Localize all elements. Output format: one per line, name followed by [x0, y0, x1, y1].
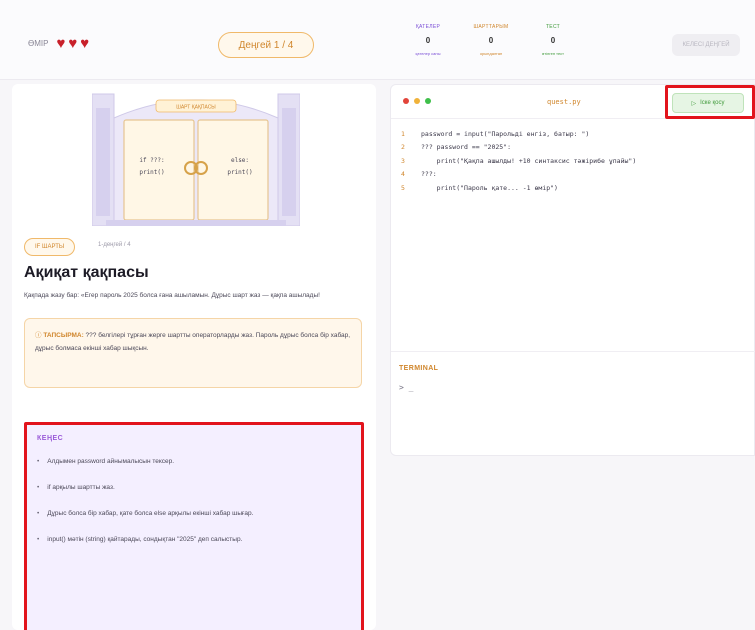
stat-errors: ҚАТЕЛЕР 0 қателер саны [405, 24, 451, 56]
heart-icon: ♥ [68, 35, 78, 52]
stat-conditions: ШАРТТАРЫМ 0 орындалған [468, 24, 514, 56]
code-editor: quest.py ▷ Іске қосу 1 password = input("… [390, 84, 755, 456]
stat-sub: орындалған [479, 51, 503, 56]
code-area[interactable]: 1 password = input("Парольді енгіз, батыр… [391, 127, 755, 195]
run-button-label: Іске қосу [700, 100, 725, 106]
gate-sign-text: ШАРТ ҚАҚПАСЫ [176, 105, 216, 111]
editor-header: quest.py ▷ Іске қосу [391, 85, 755, 119]
hint-title: КЕҢЕС [37, 435, 64, 442]
stat-sub: өтілген тест [541, 51, 565, 56]
mission-panel: ШАРТ ҚАҚПАСЫ if ???: print() else: print… [12, 84, 376, 630]
hint-item: • Дұрыс болса бір хабар, қате болса else … [37, 510, 254, 517]
minimize-dot-icon [414, 98, 420, 104]
code-line: 1 password = input("Парольді енгіз, батыр… [401, 129, 590, 138]
stat-value: 0 [550, 36, 556, 45]
code-line: 4???: [401, 170, 437, 179]
stat-tests: ТЕСТ 0 өтілген тест [530, 24, 576, 56]
hearts: ♥ ♥ ♥ [56, 36, 89, 51]
file-name: quest.py [547, 98, 581, 106]
code-line: 2??? password == "2025": [401, 143, 512, 152]
lives-label: ӨМІР [28, 39, 49, 48]
window-dots [403, 98, 431, 104]
topic-tag: IF ШАРТЫ [24, 238, 76, 256]
terminal-label: TERMINAL [399, 365, 439, 372]
maximize-dot-icon [425, 98, 431, 104]
stat-label: ТЕСТ [545, 24, 561, 30]
left-door-line: if ???: [139, 157, 164, 164]
hint-list: • Алдымен password айнымалысын тексер. • i… [37, 456, 351, 546]
terminal-divider [391, 351, 755, 352]
level-caption: 1-деңгей / 4 [98, 242, 131, 248]
task-label: ТАПСЫРМА: [43, 332, 84, 339]
terminal-output: > _ [399, 383, 414, 392]
run-button-highlight: ▷ Іске қосу [665, 85, 755, 119]
stat-sub: қателер саны [415, 51, 441, 56]
mission-title: Ақиқат қақпасы [24, 264, 149, 281]
hint-item: • input() мәтін (string) қайтарады, сонды… [37, 536, 243, 543]
close-dot-icon [403, 98, 409, 104]
right-door-line: print() [227, 169, 252, 176]
heart-icon: ♥ [56, 35, 66, 52]
stat-value: 0 [425, 36, 431, 45]
task-box: ⓘ ТАПСЫРМА: ??? белгілері тұрған жерге ш… [24, 318, 362, 388]
mission-description: Қақпада жазу бар: «Егер пароль 2025 болс… [24, 292, 320, 299]
code-line: 3 print("Қақпа ашылды! +10 синтаксис тәж… [401, 156, 637, 165]
hint-item: • Алдымен password айнымалысын тексер. [37, 458, 175, 465]
run-button[interactable]: ▷ Іске қосу [672, 93, 744, 113]
stat-value: 0 [488, 36, 494, 45]
hint-box: КЕҢЕС • Алдымен password айнымалысын текс… [24, 422, 364, 630]
stat-label: ШАРТТАРЫМ [473, 24, 509, 30]
heart-icon: ♥ [80, 35, 90, 52]
hint-item: • if арқылы шартты жаз. [37, 484, 115, 491]
left-door-line: print() [139, 169, 164, 176]
code-line: 5 print("Пароль қате... -1 өмір") [401, 183, 558, 192]
lives-indicator: ӨМІР ♥ ♥ ♥ [28, 36, 89, 51]
level-indicator: Деңгей 1 / 4 [218, 32, 314, 58]
top-bar: ӨМІР ♥ ♥ ♥ Деңгей 1 / 4 ҚАТЕЛЕР 0 қателе… [0, 0, 755, 80]
right-door-line: else: [231, 157, 249, 164]
stat-label: ҚАТЕЛЕР [415, 24, 441, 30]
next-level-button[interactable]: КЕЛЕСІ ДЕҢГЕЙ [672, 34, 740, 56]
play-icon: ▷ [691, 100, 697, 107]
gate-illustration: ШАРТ ҚАҚПАСЫ if ???: print() else: print… [92, 93, 300, 226]
